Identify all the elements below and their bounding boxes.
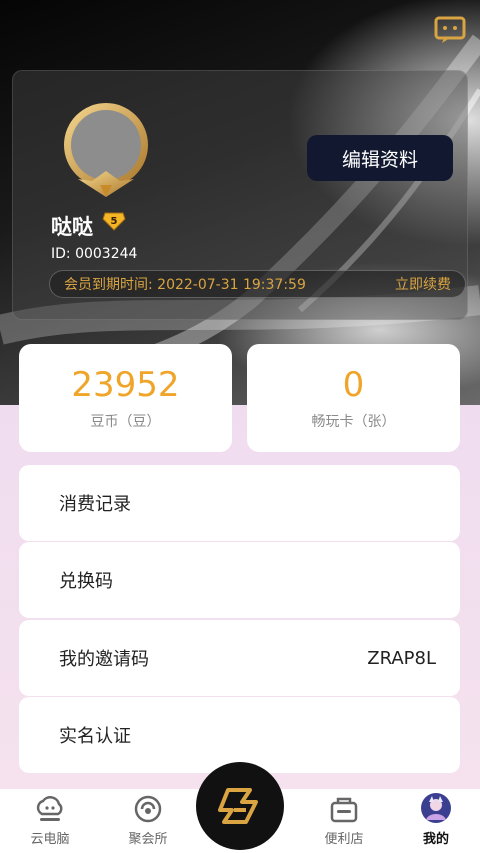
coin-balance-value: 23952 xyxy=(71,365,180,405)
store-icon xyxy=(330,797,358,823)
edit-profile-button[interactable]: 编辑资料 xyxy=(307,135,453,181)
play-card-count-value: 0 xyxy=(342,365,365,405)
club-icon xyxy=(134,795,162,823)
coin-balance-card[interactable]: 23952 豆币（豆） xyxy=(19,344,232,452)
renew-link[interactable]: 立即续费 xyxy=(395,274,451,294)
avatar-frame-icon xyxy=(64,103,148,197)
invite-code-value: ZRAP8L xyxy=(367,647,436,669)
tab-label: 便利店 xyxy=(324,832,364,847)
tab-label: 我的 xyxy=(422,832,449,847)
tab-profile[interactable]: 我的 xyxy=(396,789,476,853)
menu-item-label: 消费记录 xyxy=(59,494,131,515)
coin-balance-label: 豆币（豆） xyxy=(90,414,161,430)
tab-store[interactable]: 便利店 xyxy=(304,789,384,853)
tab-label: 聚会所 xyxy=(128,832,168,847)
membership-expiry-bar: 会员到期时间: 2022-07-31 19:37:59 立即续费 xyxy=(49,270,466,298)
profile-avatar-icon xyxy=(421,793,451,823)
center-logo-icon xyxy=(218,788,258,824)
menu-item-invite-code[interactable]: 我的邀请码 ZRAP8L xyxy=(19,620,460,696)
menu-item-consumption-records[interactable]: 消费记录 xyxy=(19,465,460,541)
tab-club[interactable]: 聚会所 xyxy=(108,789,188,853)
vip-badge-icon: 5 xyxy=(102,211,126,231)
profile-card: 哒哒 5 ID: 0003244 编辑资料 会员到期时间: 2022-07-31… xyxy=(12,70,468,320)
menu-item-redeem-code[interactable]: 兑换码 xyxy=(19,542,460,618)
avatar[interactable] xyxy=(58,101,154,201)
user-id: ID: 0003244 xyxy=(51,246,138,262)
play-card-count-card[interactable]: 0 畅玩卡（张） xyxy=(247,344,460,452)
vip-level: 5 xyxy=(111,216,118,227)
cloud-pc-icon xyxy=(36,796,63,821)
menu-item-label: 兑换码 xyxy=(59,571,113,592)
username: 哒哒 xyxy=(51,215,93,239)
expiry-text: 会员到期时间: 2022-07-31 19:37:59 xyxy=(64,277,306,293)
tab-cloud-pc[interactable]: 云电脑 xyxy=(10,789,90,853)
play-card-count-label: 畅玩卡（张） xyxy=(311,414,396,430)
message-icon[interactable] xyxy=(434,16,466,44)
menu-item-label: 我的邀请码 xyxy=(59,649,149,670)
center-logo-button[interactable] xyxy=(196,762,284,850)
menu-item-label: 实名认证 xyxy=(59,726,131,747)
tab-label: 云电脑 xyxy=(30,832,70,847)
